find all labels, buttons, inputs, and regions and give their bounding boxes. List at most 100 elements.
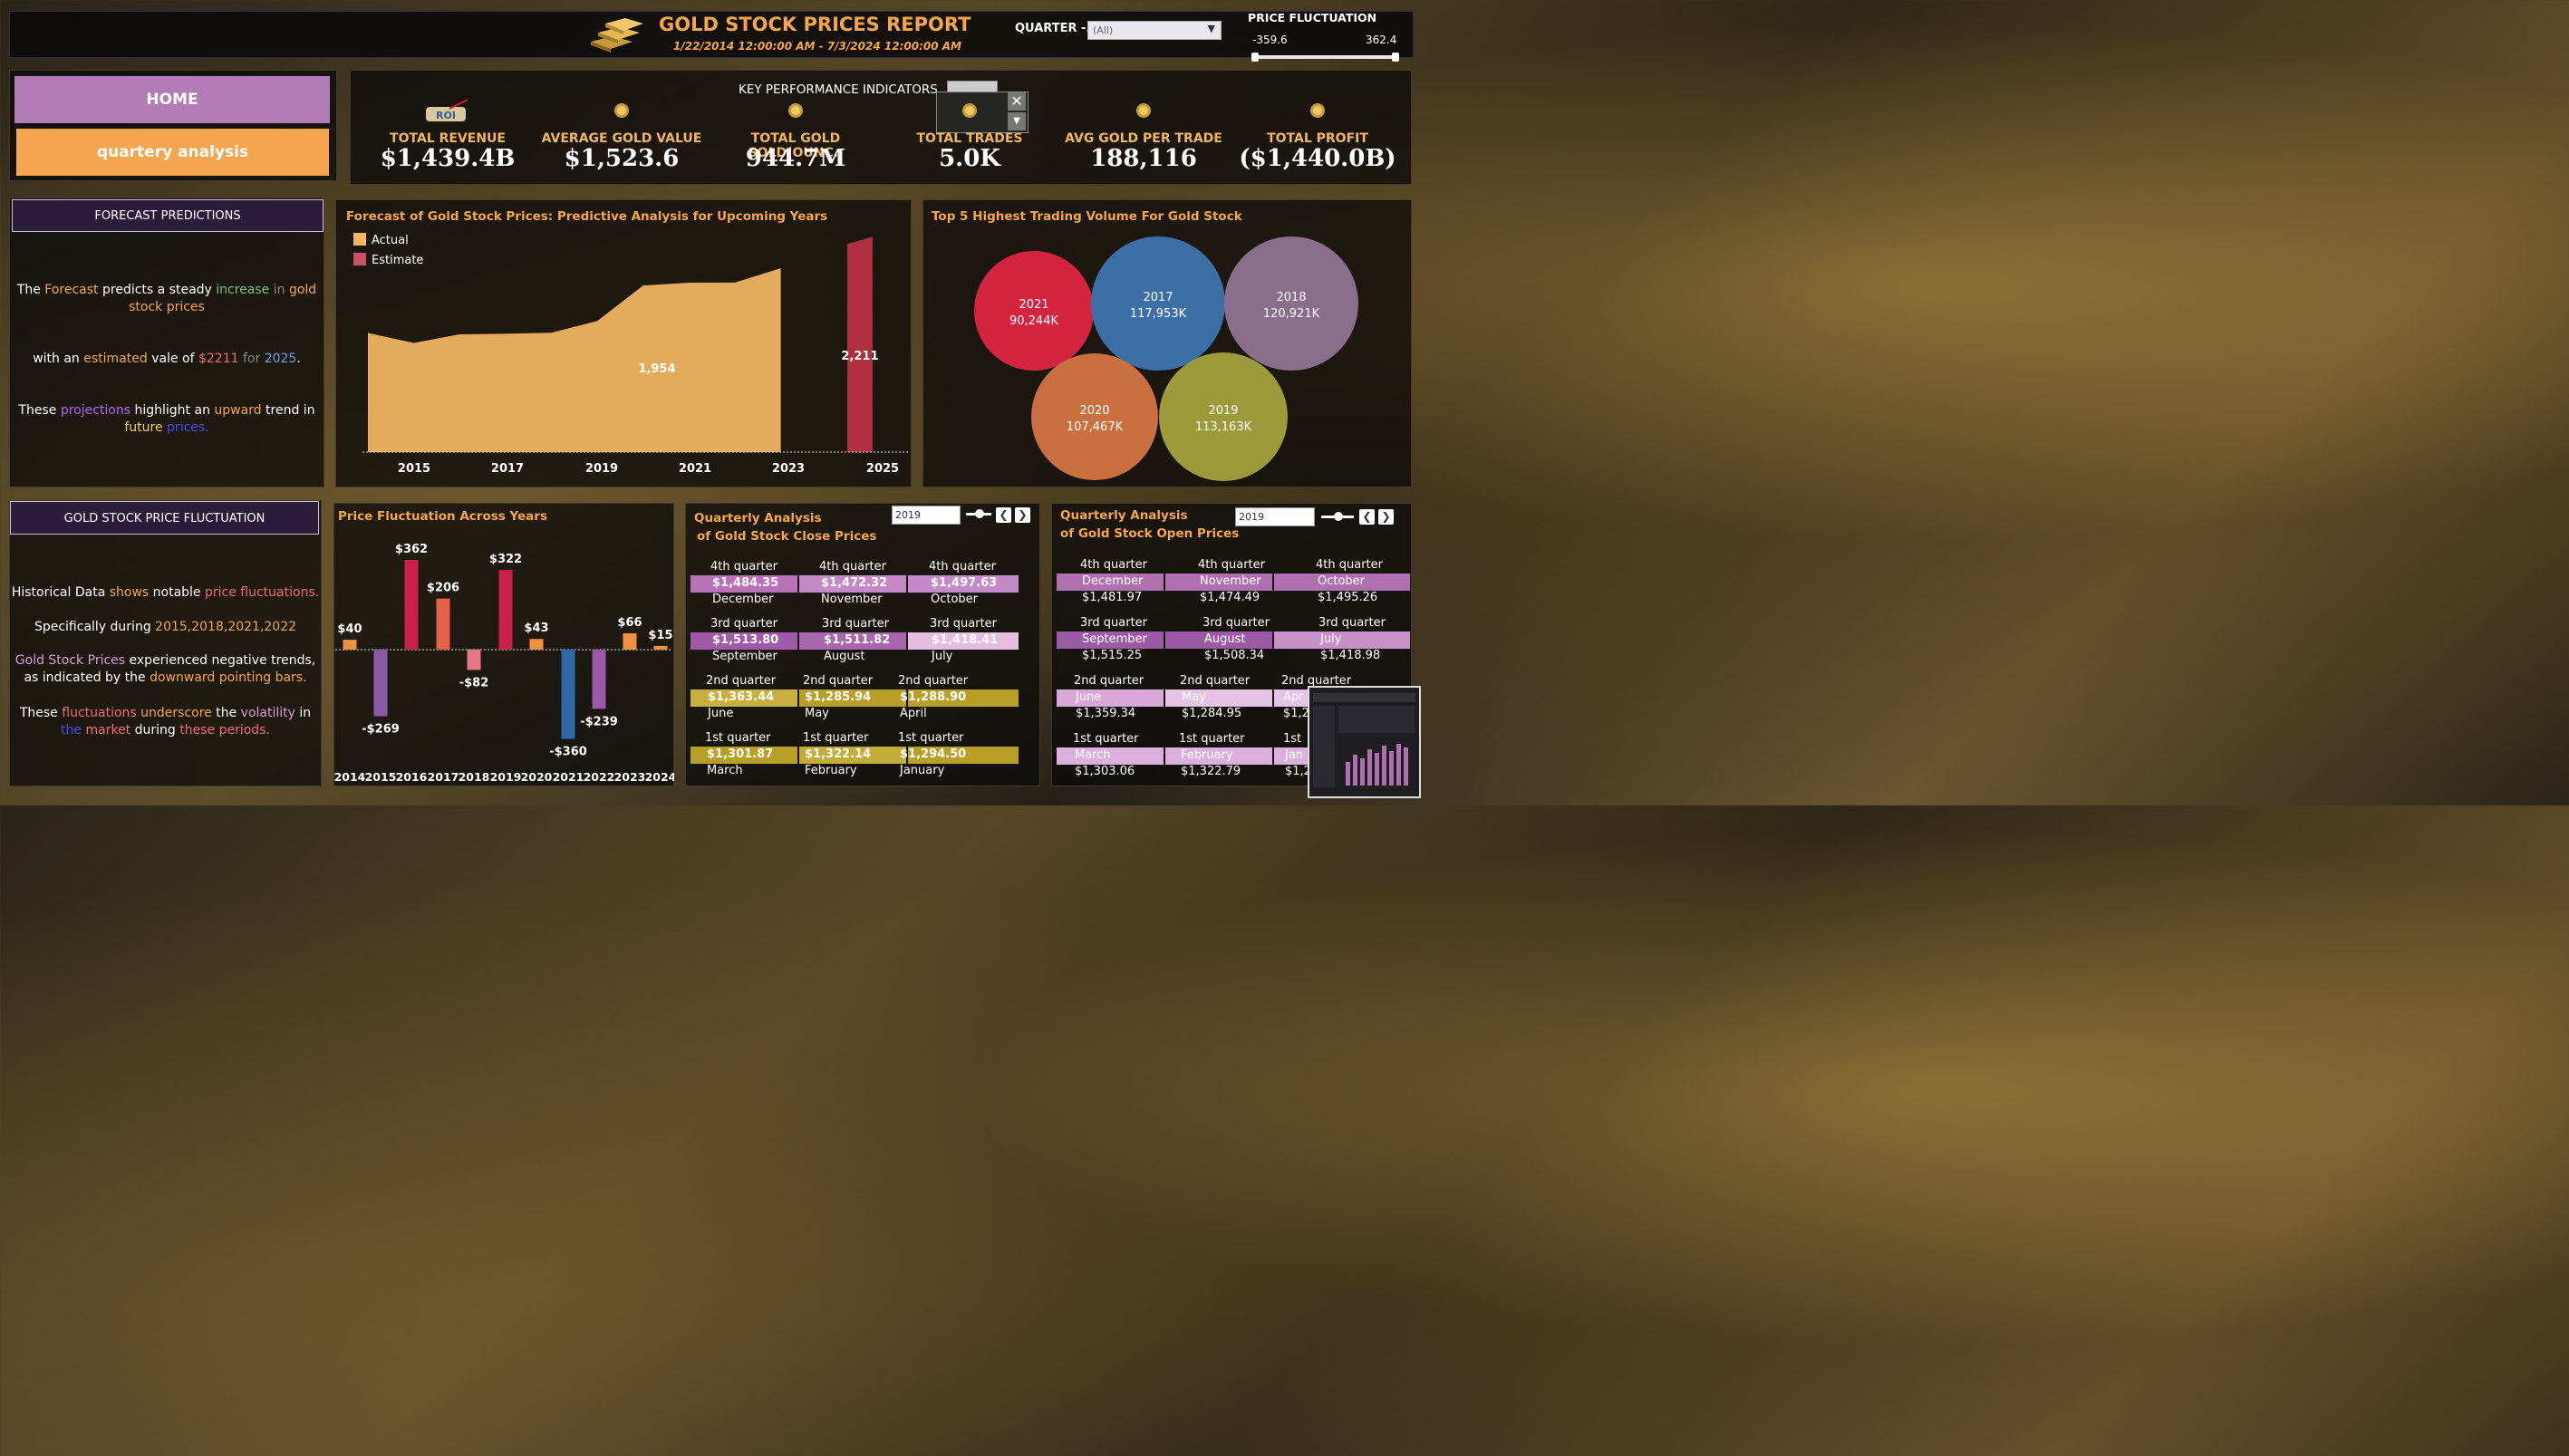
actual-area-series[interactable] — [368, 267, 781, 452]
month-label: August — [824, 650, 865, 663]
forecast-area-chart[interactable]: 1,954 2,211 2015 2017 2019 2021 2023 2025 — [335, 199, 912, 487]
open-next-year-button[interactable]: ❯ — [1378, 509, 1394, 525]
close-prev-year-button[interactable]: ❮ — [996, 507, 1011, 523]
kpi-label: AVG GOLD PER TRADE — [1065, 131, 1222, 146]
price-value: $1,2 — [1283, 707, 1309, 720]
price-value: $1,301.87 — [707, 747, 774, 761]
price-value: $1,294.50 — [900, 747, 967, 761]
price-value: $1,418.98 — [1320, 649, 1381, 662]
quarter-band-cell[interactable] — [1057, 689, 1164, 707]
bar-2021[interactable] — [561, 650, 575, 739]
quarter-filter-dropdown[interactable]: (All) ▼ — [1087, 21, 1222, 40]
price-value: $1,484.35 — [712, 576, 779, 590]
month-label: December — [1082, 574, 1144, 588]
month-label: May — [1182, 690, 1206, 704]
month-label: March — [1075, 748, 1111, 762]
price-fluct-slider-max-handle[interactable] — [1392, 53, 1399, 62]
bar-2016[interactable] — [404, 560, 419, 650]
bar-2018[interactable] — [467, 650, 481, 670]
bar-value-label: -$82 — [459, 676, 489, 689]
fluct-paragraph-4: These fluctuations underscore the volati… — [19, 706, 312, 738]
month-label: March — [707, 764, 743, 777]
bar-2017[interactable] — [436, 598, 450, 650]
open-prev-year-button[interactable]: ❮ — [1359, 509, 1375, 525]
bubble-value-label: 107,467K — [1067, 420, 1124, 434]
x-tick-label: 2015 — [365, 770, 397, 784]
forecast-paragraph-3: These projections highlight an upward tr… — [18, 403, 315, 435]
x-tick-label: 2017 — [428, 770, 459, 784]
quarter-label: 3rd quarter — [1318, 616, 1386, 630]
data-label-1954: 1,954 — [638, 362, 675, 376]
bubble-year-label: 2018 — [1276, 291, 1306, 304]
quarter-label: 4th quarter — [1198, 558, 1265, 572]
price-value: $1,472.32 — [821, 576, 888, 590]
price-value: $1,285.94 — [805, 690, 872, 704]
kpi-label: TOTAL REVENUE — [390, 131, 506, 146]
x-tick-label: 2021 — [679, 462, 711, 476]
close-year-slider-handle[interactable] — [975, 509, 984, 518]
price-fluct-slider-track[interactable] — [1254, 55, 1397, 59]
quarter-label: 1st quarter — [1179, 732, 1245, 746]
month-label: June — [708, 707, 734, 720]
x-tick-label: 2023 — [772, 462, 805, 476]
roi-icon: ROI — [426, 98, 468, 123]
estimate-series[interactable] — [847, 236, 873, 452]
quarter-band-cell[interactable] — [1274, 632, 1410, 649]
fluctuation-panel-title: GOLD STOCK PRICE FLUCTUATION — [10, 501, 319, 535]
x-tick-label: 2021 — [553, 770, 584, 784]
quarterly-analysis-button-label: quartery analysis — [96, 143, 249, 161]
bar-2022[interactable] — [592, 650, 606, 709]
kpi-label: AVERAGE GOLD VALUE — [541, 131, 702, 146]
price-value: $1,363.44 — [708, 690, 775, 704]
price-value: $1,508.34 — [1204, 649, 1265, 662]
quarter-label: 1st — [1283, 732, 1302, 746]
x-tick-label: 2016 — [396, 770, 428, 784]
quarter-label: 4th quarter — [1316, 558, 1383, 572]
quarter-label: 3rd quarter — [930, 617, 998, 631]
bubble-chart[interactable]: 2021 90,244K 2017 117,953K 2018 120,921K 2020 1… — [922, 199, 1412, 487]
kpi-value: ($1,440.0B) — [1239, 145, 1396, 172]
quarterly-analysis-button[interactable]: quartery analysis — [16, 129, 329, 176]
chevron-down-icon[interactable]: ▼ — [1008, 112, 1026, 130]
home-button[interactable]: HOME — [14, 76, 330, 123]
gold-nugget-icon — [1131, 98, 1156, 123]
forecast-paragraph-2: with an estimated vale of $2211 for 2025… — [33, 352, 301, 366]
bar-2024[interactable] — [653, 645, 668, 650]
quarter-label: 2nd quarter — [1074, 674, 1144, 688]
month-label: September — [712, 650, 777, 663]
bar-value-label: $15 — [648, 629, 672, 642]
kpi-value: $1,523.6 — [564, 145, 680, 172]
dashboard-thumbnail-preview[interactable] — [1308, 686, 1421, 798]
price-value: $1,474.49 — [1200, 591, 1260, 604]
quarter-filter-label: QUARTER -.. — [1015, 22, 1096, 35]
x-tick-label: 2023 — [614, 770, 646, 784]
bubble-year-label: 2021 — [1019, 298, 1048, 312]
close-year-input[interactable]: 2019 — [892, 506, 961, 525]
open-year-slider-handle[interactable] — [1334, 512, 1343, 521]
price-value: $1,288.90 — [900, 690, 967, 704]
close-icon[interactable]: ✕ — [1008, 92, 1026, 111]
gold-coin-icon — [783, 98, 808, 123]
bar-value-label: -$269 — [362, 723, 400, 737]
close-next-year-button[interactable]: ❯ — [1015, 507, 1030, 523]
bar-2023[interactable] — [623, 632, 637, 650]
bar-2014[interactable] — [343, 640, 357, 650]
x-tick-label: 2014 — [334, 770, 366, 784]
bubble-value-label: 113,163K — [1195, 420, 1252, 434]
bar-2020[interactable] — [529, 639, 544, 650]
kpi-label: TOTAL PROFIT — [1267, 131, 1368, 146]
price-fluctuation-bar-chart[interactable]: $40 2014 -$269 2015 $362 2016 $206 2017 -$82 2018… — [333, 503, 674, 786]
open-year-input[interactable]: 2019 — [1235, 507, 1315, 526]
price-fluct-slider-min-handle[interactable] — [1251, 53, 1259, 62]
month-label: October — [931, 593, 979, 606]
price-value: $1,359.34 — [1076, 707, 1136, 720]
quarter-label: 4th quarter — [710, 560, 777, 574]
month-label: August — [1204, 632, 1246, 646]
bubble-value-label: 117,953K — [1130, 307, 1187, 321]
bar-2015[interactable] — [373, 650, 388, 717]
quarter-label: 2nd quarter — [898, 674, 969, 688]
quarter-label: 1st quarter — [1073, 732, 1139, 746]
bar-2019[interactable] — [498, 569, 513, 650]
kpi-label: TOTAL TRADES — [916, 131, 1023, 146]
quarter-label: 2nd quarter — [803, 674, 874, 688]
